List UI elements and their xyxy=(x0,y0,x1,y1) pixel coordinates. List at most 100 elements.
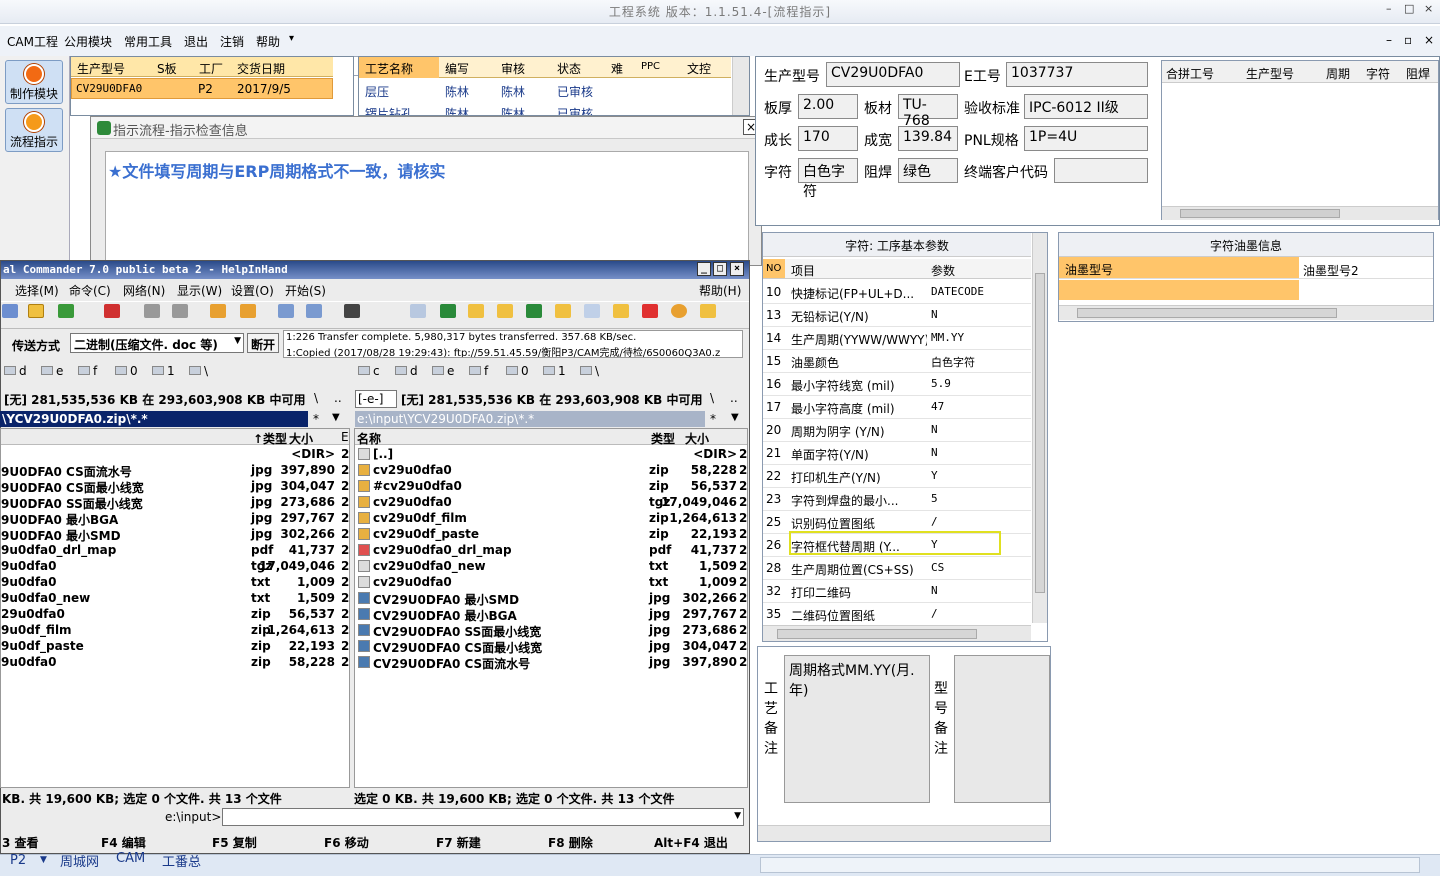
left-root-button[interactable]: \ xyxy=(314,391,318,405)
menu-logout[interactable]: 注销 xyxy=(220,33,244,50)
list-item[interactable]: cv29u0dfa0 tgz 17,049,046 2 xyxy=(355,494,747,510)
list-item[interactable]: cv29u0df_paste zip 22,193 2 xyxy=(355,526,747,542)
grid-view-icon[interactable] xyxy=(2,304,18,318)
left-history-button[interactable]: ▼ xyxy=(332,412,340,423)
col-merge-mask[interactable]: 阻焊 xyxy=(1406,65,1430,82)
right-up-button[interactable]: .. xyxy=(730,391,738,405)
acceptance-field[interactable]: IPC-6012 II级 xyxy=(1024,94,1148,119)
mdi-close-icon[interactable]: × xyxy=(1424,33,1434,47)
tc-menu-settings[interactable]: 设置(O) xyxy=(231,282,274,299)
thumbnail-icon[interactable] xyxy=(58,304,74,318)
list-item[interactable]: cv29u0dfa0_drl_map pdf 41,737 2 xyxy=(355,542,747,558)
col-ink-model-2[interactable]: 油墨型号2 xyxy=(1303,262,1359,279)
drive-button[interactable]: e xyxy=(432,364,454,378)
list-item[interactable]: CV29U0DFA0 CS面流水号 jpg 397,890 2 xyxy=(355,654,747,671)
alt-f4-exit-button[interactable]: Alt+F4 退出 xyxy=(654,834,728,851)
excel-icon[interactable] xyxy=(440,304,456,318)
drive-button[interactable]: 1 xyxy=(543,364,566,378)
f6-move-button[interactable]: F6 移动 xyxy=(324,834,369,851)
list-item[interactable]: cv29u0dfa0 zip 58,228 2 xyxy=(355,462,747,478)
tc-menu-start[interactable]: 开始(S) xyxy=(285,282,326,299)
scroll-thumb[interactable] xyxy=(1035,273,1045,593)
back-icon[interactable] xyxy=(144,304,160,318)
drive-button[interactable]: f xyxy=(469,364,488,378)
tc-menu-select[interactable]: 选择(M) xyxy=(15,282,59,299)
e-no-field[interactable]: 1037737 xyxy=(1006,62,1148,87)
table-row[interactable]: 20 周期为阴字 (Y/N) N xyxy=(763,419,1031,442)
f7-new-button[interactable]: F7 新建 xyxy=(436,834,481,851)
table-row[interactable]: 层压 陈林 陈林 已审核 xyxy=(359,80,731,100)
col-model[interactable]: 生产型号 xyxy=(77,60,125,77)
left-col-ext[interactable]: E xyxy=(341,430,349,444)
tool-icon[interactable] xyxy=(671,304,687,318)
table-row[interactable]: 10 快捷标记(FP+UL+D... DATECODE xyxy=(763,281,1031,304)
solder-mask-field[interactable]: 绿色 xyxy=(898,158,958,183)
list-item[interactable]: 9u0df_film zip 1,264,613 2 xyxy=(1,622,349,638)
drive-button[interactable]: \ xyxy=(189,364,208,378)
list-item[interactable]: 9u0dfa0_drl_map pdf 41,737 2 xyxy=(1,542,349,558)
table-row[interactable]: 22 打印机生产(Y/N) Y xyxy=(763,465,1031,488)
list-item[interactable]: CV29U0DFA0 SS面最小线宽 jpg 273,686 2 xyxy=(355,622,747,639)
col-param[interactable]: 参数 xyxy=(931,262,955,279)
list-item[interactable]: <DIR> 2 xyxy=(1,446,349,462)
col-difficulty[interactable]: 难 xyxy=(611,60,623,77)
col-delivery-date[interactable]: 交货日期 xyxy=(237,60,285,77)
list-item[interactable]: CV29U0DFA0 最小BGA jpg 297,767 2 xyxy=(355,606,747,623)
transfer-mode-select[interactable]: 二进制(压缩文件. doc 等) ▼ xyxy=(70,333,244,353)
list-item[interactable]: 9U0DFA0 CS面流水号 jpg 397,890 2 xyxy=(1,462,349,479)
right-col-type[interactable]: 类型 xyxy=(651,430,675,447)
f5-copy-button[interactable]: F5 复制 xyxy=(212,834,257,851)
model-field[interactable]: CV29U0DFA0 xyxy=(826,62,960,87)
drive-button[interactable]: c xyxy=(358,364,380,378)
list-item[interactable]: CV29U0DFA0 CS面最小线宽 jpg 304,047 2 xyxy=(355,638,747,655)
left-col-type[interactable]: ↑类型 xyxy=(253,430,287,447)
col-merge-model[interactable]: 生产型号 xyxy=(1246,65,1294,82)
drive-button[interactable]: d xyxy=(395,364,418,378)
tc-menu-view[interactable]: 显示(W) xyxy=(177,282,222,299)
taskbar-item[interactable]: P2 xyxy=(10,853,26,868)
tc-close-icon[interactable]: × xyxy=(730,262,744,276)
left-path-bar[interactable]: \YCV29U0DFA0.zip\*.* xyxy=(0,411,308,427)
thickness-field[interactable]: 2.00 xyxy=(798,94,858,119)
tc-menu-network[interactable]: 网络(N) xyxy=(123,282,165,299)
process-remark-text[interactable]: 周期格式MM.YY(月.年) xyxy=(784,655,930,803)
params-vscroll[interactable] xyxy=(1032,233,1047,623)
table-row[interactable]: 35 二维码位置图纸 / xyxy=(763,603,1031,626)
drive-button[interactable]: 1 xyxy=(152,364,175,378)
col-merge-char[interactable]: 字符 xyxy=(1366,65,1390,82)
list-item[interactable]: cv29u0dfa0_new txt 1,509 2 xyxy=(355,558,747,574)
ftp-icon[interactable] xyxy=(278,304,294,318)
list-item[interactable]: 9U0DFA0 CS面最小线宽 jpg 304,047 2 xyxy=(1,478,349,495)
excel-icon[interactable] xyxy=(526,304,542,318)
url-icon[interactable] xyxy=(306,304,322,318)
tc-minimize-icon[interactable]: _ xyxy=(697,262,711,276)
table-row[interactable]: 23 字符到焊盘的最小... 5 xyxy=(763,488,1031,511)
left-col-size[interactable]: 大小 xyxy=(289,430,313,447)
folder-icon[interactable] xyxy=(468,304,484,318)
table-row[interactable]: 21 单面字符(Y/N) N xyxy=(763,442,1031,465)
f8-delete-button[interactable]: F8 删除 xyxy=(548,834,593,851)
taskbar-item[interactable]: CAM xyxy=(116,851,145,866)
drive-button[interactable]: \ xyxy=(580,364,599,378)
table-row[interactable]: 13 无铅标记(Y/N) N xyxy=(763,304,1031,327)
process-grid-scrollbar[interactable] xyxy=(732,57,749,115)
left-up-button[interactable]: .. xyxy=(334,391,342,405)
right-root-button[interactable]: \ xyxy=(710,391,714,405)
right-history-button[interactable]: ▼ xyxy=(731,412,739,423)
merge-grid-hscroll[interactable] xyxy=(1162,206,1438,220)
tc-maximize-icon[interactable]: □ xyxy=(713,262,727,276)
list-item[interactable]: #cv29u0dfa0 zip 56,537 2 xyxy=(355,478,747,494)
right-filter-button[interactable]: * xyxy=(710,412,716,426)
list-item[interactable]: 9U0DFA0 最小SMD jpg 302,266 2 xyxy=(1,526,349,543)
list-item[interactable]: 9u0df_paste zip 22,193 2 xyxy=(1,638,349,654)
tc-menu-command[interactable]: 命令(C) xyxy=(69,282,111,299)
document-icon[interactable] xyxy=(584,304,600,318)
table-row[interactable]: 15 油墨颜色 白色字符 xyxy=(763,350,1031,373)
menu-tools[interactable]: 常用工具 xyxy=(124,33,172,50)
find-icon[interactable] xyxy=(344,304,360,318)
mdi-minimize-icon[interactable]: – xyxy=(1386,33,1392,47)
col-item[interactable]: 项目 xyxy=(791,262,815,279)
notepad-icon[interactable] xyxy=(410,304,426,318)
col-reviewer[interactable]: 审核 xyxy=(501,60,525,77)
char-field[interactable]: 白色字符 xyxy=(798,158,858,200)
